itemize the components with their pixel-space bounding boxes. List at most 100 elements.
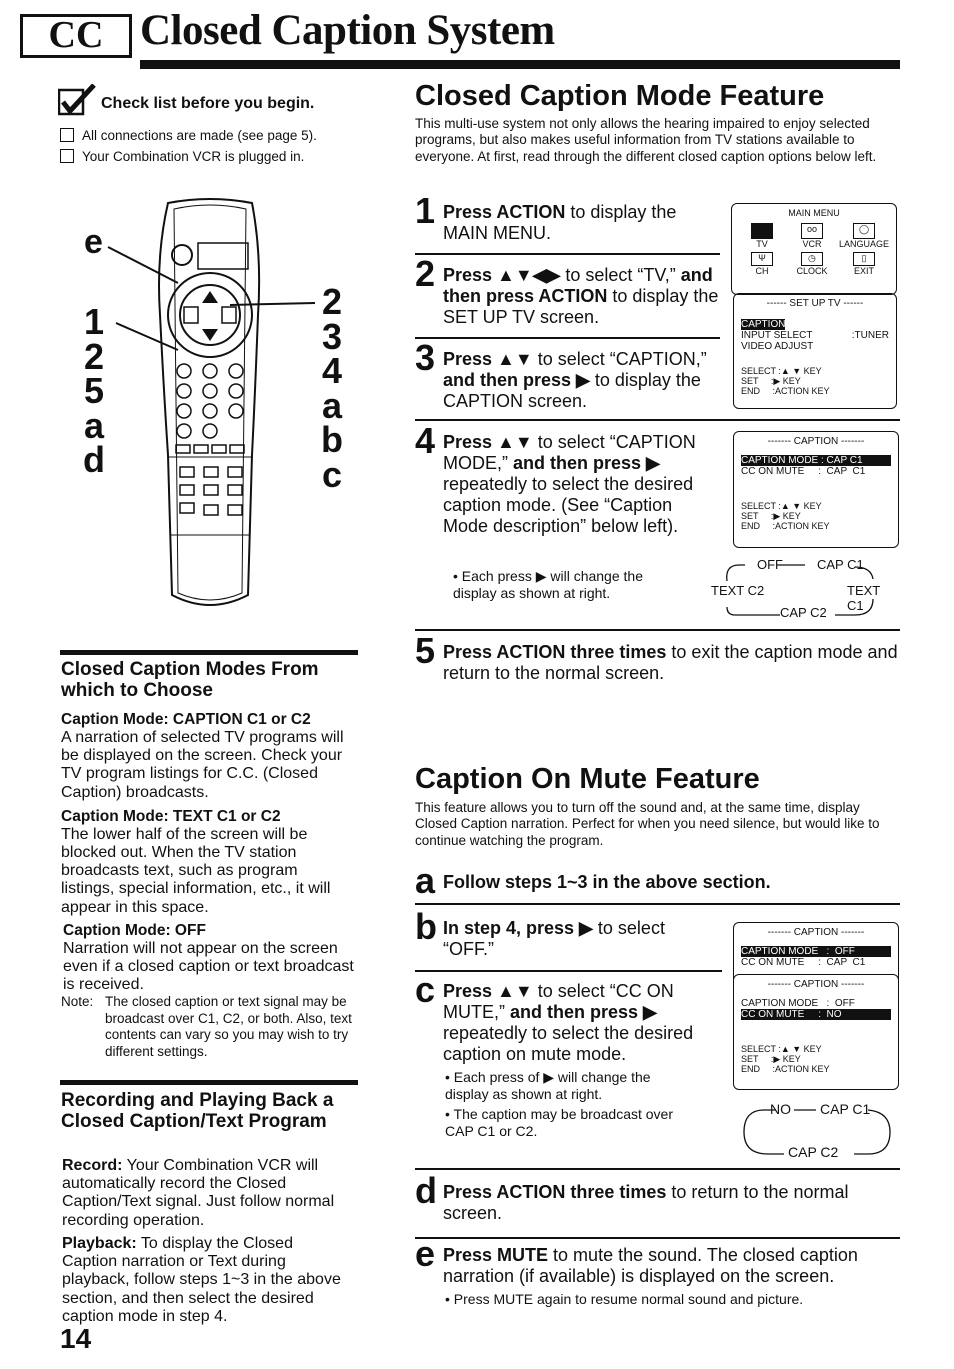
mode-heading: Caption Mode: TEXT C1 or C2 xyxy=(61,807,281,825)
key-hint: SET :▶ KEY xyxy=(741,511,801,521)
caption-mode-cycle: OFF CAP C1 TEXT C1 CAP C2 TEXT C2 xyxy=(705,555,900,625)
cycle-off: OFF xyxy=(757,557,783,572)
manual-page: { "header":{"logo":"CC","title":"Closed … xyxy=(0,0,954,1369)
step-number: 3 xyxy=(415,337,436,378)
checkmark-icon xyxy=(57,83,96,116)
key-hint: END :ACTION KEY xyxy=(741,386,830,396)
step-bold: and then press ▶ xyxy=(513,453,660,473)
cycle-text-c1: TEXT C1 xyxy=(847,583,880,613)
ch-icon: Ψ CH xyxy=(739,252,785,277)
mode-feature-title: Closed Caption Mode Feature xyxy=(415,80,825,112)
menu-item-video-adjust: VIDEO ADJUST xyxy=(741,341,814,352)
step-bold: Follow steps 1~3 in the above section. xyxy=(443,872,771,892)
step-text: repeatedly to select the desired caption… xyxy=(443,1023,694,1064)
tv-icon: TV xyxy=(739,223,785,250)
divider xyxy=(415,1237,900,1239)
step-text: to select “CAPTION,” xyxy=(532,349,707,369)
record-label: Record: xyxy=(62,1157,123,1174)
icon-label: TV xyxy=(756,239,768,249)
mute-mode-cycle: NO CAP C1 CAP C2 xyxy=(740,1098,900,1162)
divider xyxy=(415,253,720,255)
cycle-cap-c1: CAP C1 xyxy=(817,557,864,572)
playback-paragraph: Playback: To display the Closed Caption … xyxy=(62,1235,352,1326)
remote-right-labels: 234abc xyxy=(320,281,344,495)
remote-label: c xyxy=(321,453,343,495)
step-bold: Press MUTE xyxy=(443,1245,549,1265)
remote-label: a xyxy=(83,404,105,446)
cycle-text-c2: TEXT C2 xyxy=(711,583,765,598)
divider xyxy=(415,903,900,905)
title-rule xyxy=(140,60,900,69)
icon-label: CLOCK xyxy=(796,266,828,276)
remote-label: 2 xyxy=(83,335,105,377)
step-number: 2 xyxy=(415,253,436,294)
note-text: The closed caption or text signal may be… xyxy=(105,994,352,1059)
cc-on-mute-row: CC ON MUTE : CAP C1 xyxy=(741,957,866,968)
section-rule xyxy=(60,650,358,655)
cc-logo: CC xyxy=(20,14,132,58)
recording-title: Recording and Playing Back a Closed Capt… xyxy=(61,1090,334,1132)
mode-text: A narration of selected TV programs will… xyxy=(61,729,344,801)
remote-label: a xyxy=(321,384,343,426)
step-c-bullet: • Each press of ▶ will change the displa… xyxy=(445,1069,651,1102)
playback-label: Playback: xyxy=(62,1235,137,1252)
cycle-cap-c2: CAP C2 xyxy=(780,605,827,620)
mode-text: The lower half of the screen will be blo… xyxy=(61,825,331,916)
page-number: 14 xyxy=(60,1323,92,1354)
step-number: 5 xyxy=(415,630,436,671)
caption-mode-row: CAPTION MODE : OFF xyxy=(741,998,855,1009)
checkbox xyxy=(60,128,74,142)
remote-label: d xyxy=(83,439,105,480)
step-text: to select “TV,” xyxy=(560,265,681,285)
step-letter: b xyxy=(415,906,437,947)
checklist-title: Check list before you begin. xyxy=(101,95,315,112)
icon-label: CH xyxy=(755,266,769,276)
remote-label: 5 xyxy=(83,370,105,411)
step-c-bullet: • The caption may be broadcast over CAP … xyxy=(445,1106,673,1139)
step-letter: a xyxy=(415,860,436,901)
menu-item-input-select: INPUT SELECT xyxy=(741,330,813,341)
page-title: Closed Caption System xyxy=(140,7,555,54)
caption-screen-mute: ------- CAPTION ------- CAPTION MODE : O… xyxy=(733,974,899,1090)
screen-title: ------- CAPTION ------- xyxy=(767,979,865,990)
remote-label: 2 xyxy=(321,281,343,322)
remote-label: 3 xyxy=(321,315,343,357)
modes-list: Caption Mode: CAPTION C1 or C2 A narrati… xyxy=(61,711,361,1060)
key-hint: SELECT :▲ ▼ KEY xyxy=(741,501,822,511)
divider xyxy=(415,629,900,631)
screen-title: ------- CAPTION ------- xyxy=(767,436,865,447)
mute-feature-intro: This feature allows you to turn off the … xyxy=(415,800,880,848)
divider xyxy=(415,419,900,421)
step-bold: Press ▲▼ xyxy=(443,981,533,1001)
screen-title: ------ SET UP TV ------ xyxy=(766,298,864,309)
step-bold: Press ACTION three times xyxy=(443,642,667,662)
record-paragraph: Record: Your Combination VCR will automa… xyxy=(62,1157,362,1230)
cycle-no: NO xyxy=(770,1101,791,1117)
key-hint: SET :▶ KEY xyxy=(741,376,801,386)
icon-label: LANGUAGE xyxy=(838,239,889,249)
menu-item-caption: CAPTION xyxy=(741,319,786,330)
key-hint: SELECT :▲ ▼ KEY xyxy=(741,1044,822,1054)
divider xyxy=(415,337,720,339)
section-rule xyxy=(60,1080,358,1085)
step-4-bullet: • Each press ▶ will change the display a… xyxy=(453,568,643,601)
icon-label: EXIT xyxy=(853,266,874,276)
step-bold: and then press ▶ xyxy=(443,370,590,390)
divider xyxy=(415,970,722,972)
mode-text: Narration will not appear on the screen … xyxy=(63,939,354,994)
cc-on-mute-row: CC ON MUTE : CAP C1 xyxy=(741,466,866,477)
step-text: repeatedly to select the desired caption… xyxy=(443,474,694,536)
checklist-item-text: All connections are made (see page 5). xyxy=(82,128,317,143)
checkbox xyxy=(60,149,74,163)
checklist-item: Your Combination VCR is plugged in. xyxy=(60,149,304,165)
remote-left-labels: 125ad xyxy=(82,304,106,480)
input-value: :TUNER xyxy=(851,330,889,341)
remote-control-illustration: e 125ad 234abc xyxy=(80,195,360,620)
step-letter: c xyxy=(415,969,436,1010)
checklist-item: All connections are made (see page 5). xyxy=(60,128,317,144)
step-letter: d xyxy=(415,1170,437,1211)
step-bold: Press ▲▼ xyxy=(443,432,533,452)
mute-feature-title: Caption On Mute Feature xyxy=(415,763,760,795)
step-letter: e xyxy=(415,1233,436,1274)
caption-mode-row: CAPTION MODE : OFF xyxy=(741,946,891,957)
